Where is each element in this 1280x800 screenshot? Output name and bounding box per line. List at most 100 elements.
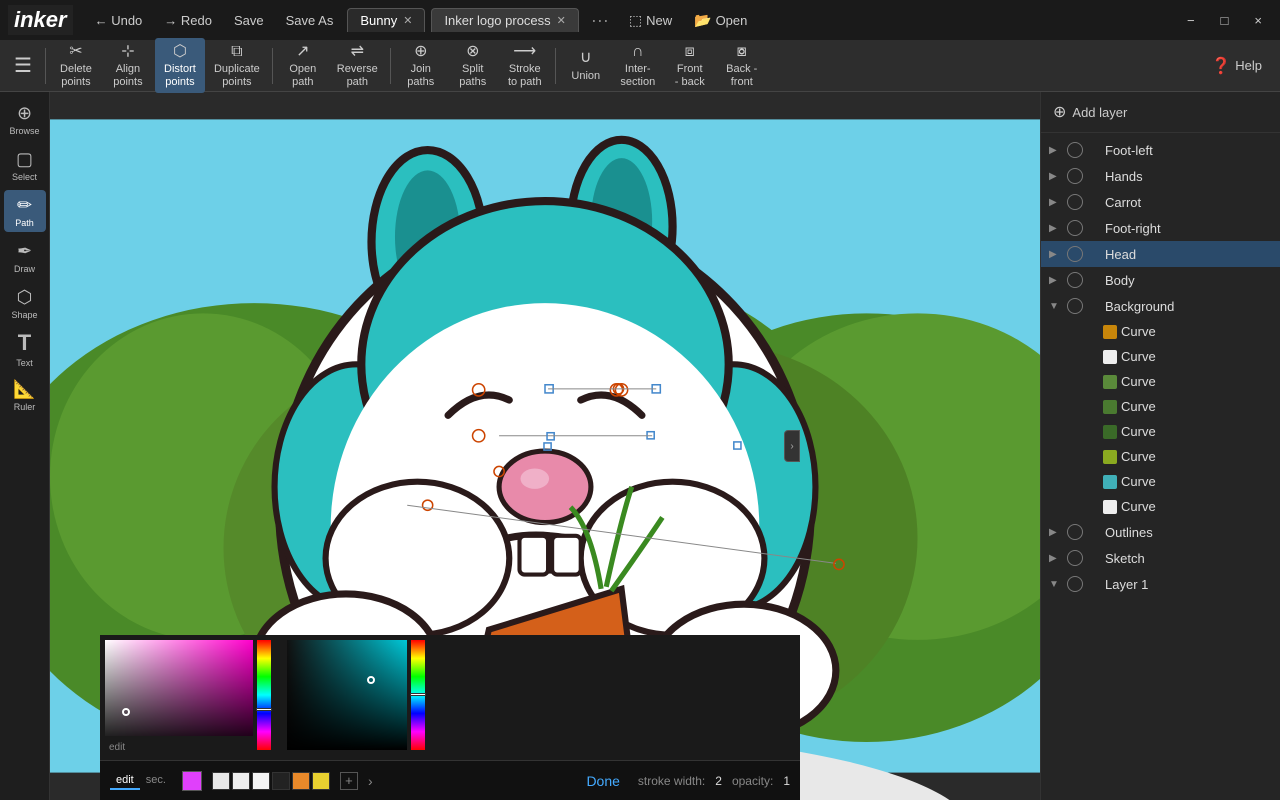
restore-button[interactable]: □ [1211, 9, 1239, 32]
active-color-swatch[interactable] [182, 771, 202, 791]
browse-tool[interactable]: ⊕ Browse [4, 98, 46, 140]
draw-icon: ✒ [17, 241, 32, 262]
ruler-tool[interactable]: 📐 Ruler [4, 374, 46, 416]
layer-item-curve1[interactable]: Curve [1041, 319, 1280, 344]
save-as-button[interactable]: Save As [278, 10, 342, 31]
layer-color-curve2 [1103, 350, 1117, 364]
layer-name-head: Head [1105, 247, 1272, 262]
tab-close-logo[interactable]: ✕ [557, 14, 566, 27]
add-layer-button[interactable]: ⊕ Add layer [1053, 102, 1127, 122]
layer-item-curve6[interactable]: Curve [1041, 444, 1280, 469]
open-path-button[interactable]: ↗ Open path [278, 38, 328, 94]
layer-item-background[interactable]: ▼ Background [1041, 293, 1280, 319]
cyan-saturation-picker[interactable] [287, 640, 407, 750]
union-button[interactable]: ∪ Union [561, 44, 611, 86]
split-paths-button[interactable]: ⊗ Split paths [448, 38, 498, 94]
open-path-icon: ↗ [296, 42, 309, 61]
redo-button[interactable]: → Redo [156, 10, 220, 31]
layer-item-body[interactable]: ▶ Body [1041, 267, 1280, 293]
layer-item-curve5[interactable]: Curve [1041, 419, 1280, 444]
layer-item-sketch[interactable]: ▶ Sketch [1041, 545, 1280, 571]
save-button[interactable]: Save [226, 10, 272, 31]
layer-expand-outlines[interactable]: ▶ [1049, 527, 1063, 538]
layer-expand-foot-right[interactable]: ▶ [1049, 223, 1063, 234]
delete-points-icon: ✂ [69, 42, 82, 61]
layer-visibility-body[interactable] [1067, 272, 1083, 288]
scroll-swatches-button[interactable]: › [368, 773, 373, 789]
layer-item-curve7[interactable]: Curve [1041, 469, 1280, 494]
layer-item-head[interactable]: ▶ Head [1041, 241, 1280, 267]
layer-visibility-foot-left[interactable] [1067, 142, 1083, 158]
hue-saturation-picker[interactable] [105, 640, 253, 736]
layer-visibility-background[interactable] [1067, 298, 1083, 314]
layer-expand-background[interactable]: ▼ [1049, 301, 1063, 312]
back-front-button[interactable]: ⧇ Back - front [717, 38, 767, 94]
path-tool[interactable]: ✏ Path [4, 190, 46, 232]
tab-bunny[interactable]: Bunny ✕ [347, 8, 425, 32]
layer-visibility-head[interactable] [1067, 246, 1083, 262]
distort-points-button[interactable]: ⬡ Distort points [155, 38, 205, 94]
layer-visibility-hands[interactable] [1067, 168, 1083, 184]
layer-expand-carrot[interactable]: ▶ [1049, 197, 1063, 208]
delete-points-button[interactable]: ✂ Delete points [51, 38, 101, 94]
tab-close-bunny[interactable]: ✕ [403, 14, 412, 27]
layer-expand-hands[interactable]: ▶ [1049, 171, 1063, 182]
tab-edit[interactable]: edit [110, 772, 140, 790]
swatch-1[interactable] [212, 772, 230, 790]
layer-expand-foot-left[interactable]: ▶ [1049, 145, 1063, 156]
layer-visibility-layer1[interactable] [1067, 576, 1083, 592]
new-button[interactable]: ⬚ New [621, 9, 680, 32]
tab-logo-process[interactable]: Inker logo process ✕ [431, 8, 578, 32]
panel-collapse-button[interactable]: › [784, 430, 800, 462]
layer-item-carrot[interactable]: ▶ Carrot [1041, 189, 1280, 215]
layer-visibility-carrot[interactable] [1067, 194, 1083, 210]
text-tool[interactable]: T Text [4, 328, 46, 370]
align-points-button[interactable]: ⊹ Align points [103, 38, 153, 94]
tab-sec[interactable]: sec. [140, 772, 172, 790]
layer-expand-sketch[interactable]: ▶ [1049, 553, 1063, 564]
layer-item-curve4[interactable]: Curve [1041, 394, 1280, 419]
swatch-5[interactable] [292, 772, 310, 790]
layer-visibility-foot-right[interactable] [1067, 220, 1083, 236]
help-button[interactable]: ❓ Help [1199, 52, 1274, 80]
layer-expand-layer1[interactable]: ▼ [1049, 579, 1063, 590]
layer-item-foot-left[interactable]: ▶ Foot-left [1041, 137, 1280, 163]
open-button[interactable]: 📂 Open [686, 9, 755, 32]
reverse-path-button[interactable]: ⇌ Reverse path [330, 38, 385, 94]
layer-expand-head[interactable]: ▶ [1049, 249, 1063, 260]
swatch-3[interactable] [252, 772, 270, 790]
layer-item-layer1[interactable]: ▼ Layer 1 [1041, 571, 1280, 597]
hue-strip-2[interactable] [411, 640, 425, 750]
done-button[interactable]: Done [578, 769, 627, 793]
draw-tool[interactable]: ✒ Draw [4, 236, 46, 278]
minimize-button[interactable]: − [1177, 9, 1205, 32]
intersection-button[interactable]: ∩ Inter- section [613, 38, 663, 94]
layer-item-curve2[interactable]: Curve [1041, 344, 1280, 369]
stroke-to-path-button[interactable]: ⟶ Stroke to path [500, 38, 550, 94]
swatch-2[interactable] [232, 772, 250, 790]
layer-visibility-sketch[interactable] [1067, 550, 1083, 566]
layer-visibility-outlines[interactable] [1067, 524, 1083, 540]
join-paths-button[interactable]: ⊕ Join paths [396, 38, 446, 94]
swatch-4[interactable] [272, 772, 290, 790]
swatch-6[interactable] [312, 772, 330, 790]
layer-expand-body[interactable]: ▶ [1049, 275, 1063, 286]
select-tool[interactable]: ▢ Select [4, 144, 46, 186]
add-swatch-button[interactable]: + [340, 772, 358, 790]
hue-strip-1[interactable] [257, 640, 271, 750]
menu-button[interactable]: ☰ [6, 49, 40, 82]
app-logo: inker [8, 5, 73, 35]
layer-item-curve3[interactable]: Curve [1041, 369, 1280, 394]
shape-tool[interactable]: ⬡ Shape [4, 282, 46, 324]
layer-color-curve6 [1103, 450, 1117, 464]
front-back-icon: ⧈ [685, 42, 695, 61]
front-back-button[interactable]: ⧈ Front - back [665, 38, 715, 94]
layer-item-hands[interactable]: ▶ Hands [1041, 163, 1280, 189]
undo-button[interactable]: ← Undo [87, 10, 151, 31]
close-button[interactable]: × [1244, 9, 1272, 32]
right-panel: ⊕ Add layer ▶ Foot-left ▶ Hands ▶ Carrot… [1040, 92, 1280, 800]
duplicate-points-button[interactable]: ⧉ Duplicate points [207, 38, 267, 94]
layer-item-foot-right[interactable]: ▶ Foot-right [1041, 215, 1280, 241]
layer-item-outlines[interactable]: ▶ Outlines [1041, 519, 1280, 545]
layer-item-curve8[interactable]: Curve [1041, 494, 1280, 519]
